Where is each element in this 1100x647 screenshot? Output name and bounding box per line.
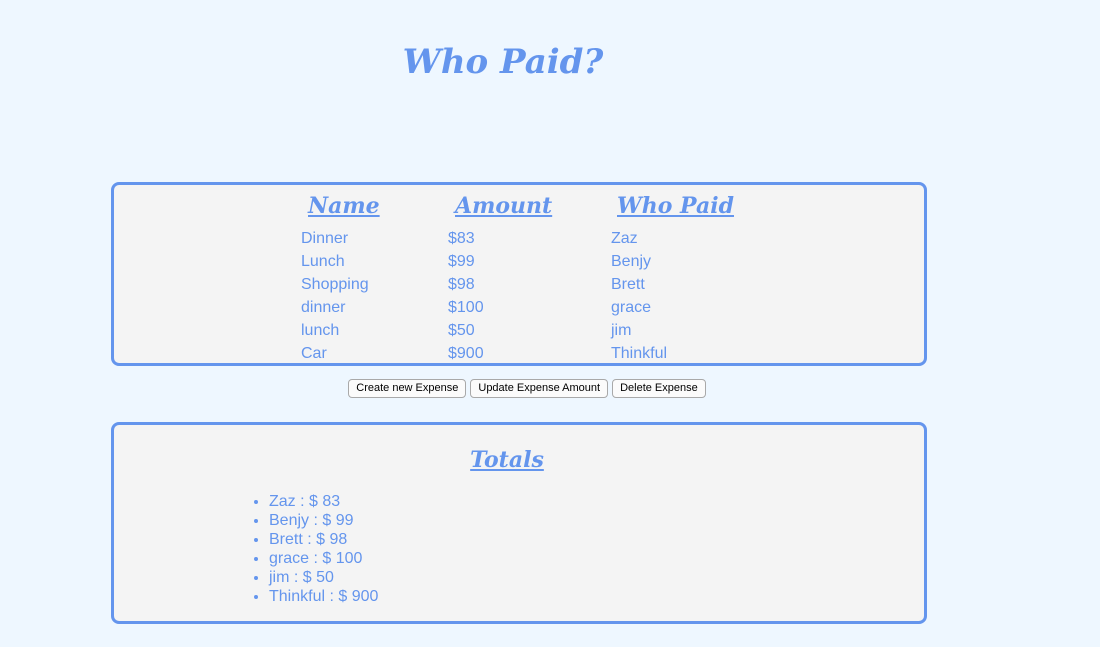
totals-title: Totals <box>470 447 544 473</box>
expense-name-cell: Car <box>301 345 327 362</box>
expense-who-paid-cell: Brett <box>611 276 645 293</box>
delete-expense-button[interactable]: Delete Expense <box>612 379 706 398</box>
expense-row: dinner $100 grace <box>114 296 924 319</box>
expense-row: lunch $50 jim <box>114 319 924 342</box>
expense-who-paid-cell: Benjy <box>611 253 652 270</box>
amount-column-header: Amount <box>455 193 553 219</box>
who-paid-column-header: Who Paid <box>617 193 734 219</box>
expense-name-cell: Shopping <box>301 276 369 293</box>
create-expense-button[interactable]: Create new Expense <box>348 379 467 398</box>
totals-item: Zaz : $ 83 <box>269 492 378 511</box>
expense-name-cell: dinner <box>301 299 346 316</box>
expense-name-cell: Dinner <box>301 230 349 247</box>
expense-name-cell: lunch <box>301 322 340 339</box>
totals-list: Zaz : $ 83 Benjy : $ 99 Brett : $ 98 gra… <box>229 492 378 606</box>
expense-amount-cell: $50 <box>448 322 475 339</box>
totals-item: grace : $ 100 <box>269 549 378 568</box>
totals-item: jim : $ 50 <box>269 568 378 587</box>
page-title: Who Paid? <box>402 42 604 82</box>
expense-who-paid-cell: grace <box>611 299 652 316</box>
totals-item: Brett : $ 98 <box>269 530 378 549</box>
expense-name-cell: Lunch <box>301 253 345 270</box>
expense-who-paid-cell: Thinkful <box>611 345 668 362</box>
expense-actions: Create new Expense Update Expense Amount… <box>0 379 1054 398</box>
totals-panel: Totals Zaz : $ 83 Benjy : $ 99 Brett : $… <box>111 422 927 624</box>
totals-item: Benjy : $ 99 <box>269 511 378 530</box>
expense-amount-cell: $98 <box>448 276 475 293</box>
expense-row: Dinner $83 Zaz <box>114 227 924 250</box>
expenses-table: Name Amount Who Paid Dinner $83 Zaz Lunc… <box>111 182 927 366</box>
expense-row: Car $900 Thinkful <box>114 342 924 365</box>
expense-who-paid-cell: jim <box>611 322 632 339</box>
expense-amount-cell: $100 <box>448 299 484 316</box>
update-expense-amount-button[interactable]: Update Expense Amount <box>470 379 609 398</box>
expense-row: Lunch $99 Benjy <box>114 250 924 273</box>
totals-item: Thinkful : $ 900 <box>269 587 378 606</box>
name-column-header: Name <box>308 193 380 219</box>
expense-rows: Dinner $83 Zaz Lunch $99 Benjy Shopping … <box>114 227 924 365</box>
expense-row: Shopping $98 Brett <box>114 273 924 296</box>
expense-amount-cell: $900 <box>448 345 484 362</box>
expense-amount-cell: $99 <box>448 253 475 270</box>
expense-amount-cell: $83 <box>448 230 475 247</box>
expense-who-paid-cell: Zaz <box>611 230 638 247</box>
